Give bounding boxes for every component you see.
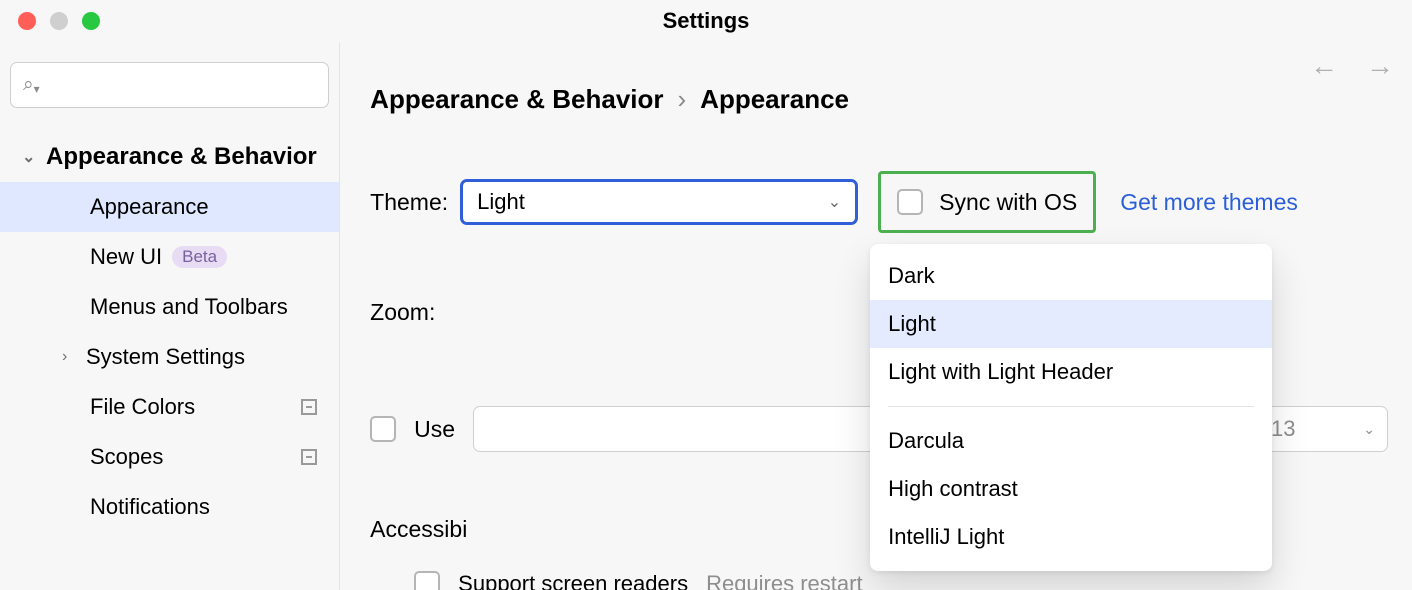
sidebar-item-file-colors[interactable]: File Colors [0, 382, 339, 432]
close-window-button[interactable] [18, 12, 36, 30]
theme-option-label: High contrast [888, 476, 1018, 502]
breadcrumb-page: Appearance [700, 84, 849, 115]
sidebar-group-label: Appearance & Behavior [46, 143, 317, 171]
theme-option-darcula[interactable]: Darcula [870, 417, 1272, 465]
project-level-icon [301, 449, 317, 465]
window-controls [0, 12, 100, 30]
search-dropdown-icon: ▾ [34, 82, 40, 96]
sidebar-item-label: New UI [90, 244, 162, 270]
font-size-value: 13 [1271, 416, 1295, 442]
theme-option-high-contrast[interactable]: High contrast [870, 465, 1272, 513]
screen-readers-checkbox[interactable] [414, 571, 440, 590]
settings-tree: ⌄ Appearance & Behavior Appearance New U… [0, 132, 339, 532]
sidebar-item-label: System Settings [86, 344, 245, 370]
sidebar-group-appearance-behavior[interactable]: ⌄ Appearance & Behavior [0, 132, 339, 182]
sidebar-item-label: Appearance [90, 194, 209, 220]
sidebar-item-label: File Colors [90, 394, 195, 420]
use-custom-font-label: Use [414, 416, 455, 443]
project-level-icon [301, 399, 317, 415]
chevron-down-icon: ⌄ [22, 147, 46, 167]
chevron-down-icon: ⌄ [1363, 421, 1375, 438]
theme-option-label: IntelliJ Light [888, 524, 1004, 550]
theme-option-dark[interactable]: Dark [870, 252, 1272, 300]
requires-restart-label: Requires restart [706, 571, 863, 590]
theme-option-label: Light with Light Header [888, 359, 1113, 385]
theme-option-label: Dark [888, 263, 934, 289]
breadcrumb-root: Appearance & Behavior [370, 84, 663, 115]
sidebar-item-new-ui[interactable]: New UI Beta [0, 232, 339, 282]
sidebar-item-label: Menus and Toolbars [90, 294, 288, 320]
search-input[interactable]: ⌕ ▾ [10, 62, 329, 108]
zoom-window-button[interactable] [82, 12, 100, 30]
screen-readers-label: Support screen readers [458, 571, 688, 590]
sidebar: ⌕ ▾ ⌄ Appearance & Behavior Appearance N… [0, 42, 340, 590]
screen-readers-row: Support screen readers Requires restart [414, 571, 1388, 590]
sidebar-item-label: Scopes [90, 444, 163, 470]
theme-option-light-header[interactable]: Light with Light Header [870, 348, 1272, 396]
theme-select[interactable]: Light ⌄ [460, 179, 858, 225]
sync-with-os-highlight: Sync with OS [878, 171, 1096, 233]
window-title: Settings [0, 8, 1412, 34]
dropdown-separator [888, 406, 1254, 407]
theme-selected-value: Light [477, 189, 525, 215]
theme-row: Theme: Light ⌄ Sync with OS Get more the… [370, 171, 1388, 233]
breadcrumb-separator: › [678, 84, 687, 115]
theme-option-light[interactable]: Light [870, 300, 1272, 348]
theme-option-intellij-light[interactable]: IntelliJ Light [870, 513, 1272, 561]
zoom-label: Zoom: [370, 299, 435, 325]
chevron-right-icon: › [62, 348, 86, 366]
theme-dropdown: Dark Light Light with Light Header Darcu… [870, 244, 1272, 571]
sidebar-item-notifications[interactable]: Notifications [0, 482, 339, 532]
sidebar-item-menus-toolbars[interactable]: Menus and Toolbars [0, 282, 339, 332]
sidebar-item-appearance[interactable]: Appearance [0, 182, 339, 232]
theme-option-label: Darcula [888, 428, 964, 454]
theme-option-label: Light [888, 311, 936, 337]
chevron-down-icon: ⌄ [828, 192, 841, 212]
sidebar-item-scopes[interactable]: Scopes [0, 432, 339, 482]
get-more-themes-link[interactable]: Get more themes [1120, 189, 1298, 216]
sync-with-os-label: Sync with OS [939, 189, 1077, 216]
beta-badge: Beta [172, 246, 227, 268]
font-size-select[interactable]: 13 ⌄ [1258, 406, 1388, 452]
sync-with-os-checkbox[interactable] [897, 189, 923, 215]
minimize-window-button[interactable] [50, 12, 68, 30]
sidebar-item-label: Notifications [90, 494, 210, 520]
theme-label: Theme: [370, 189, 448, 216]
breadcrumb: Appearance & Behavior › Appearance [370, 84, 1388, 115]
titlebar: Settings [0, 0, 1412, 42]
use-custom-font-checkbox[interactable] [370, 416, 396, 442]
search-icon: ⌕ [23, 74, 34, 96]
main-panel: Appearance & Behavior › Appearance Theme… [340, 42, 1412, 590]
sidebar-item-system-settings[interactable]: › System Settings [0, 332, 339, 382]
